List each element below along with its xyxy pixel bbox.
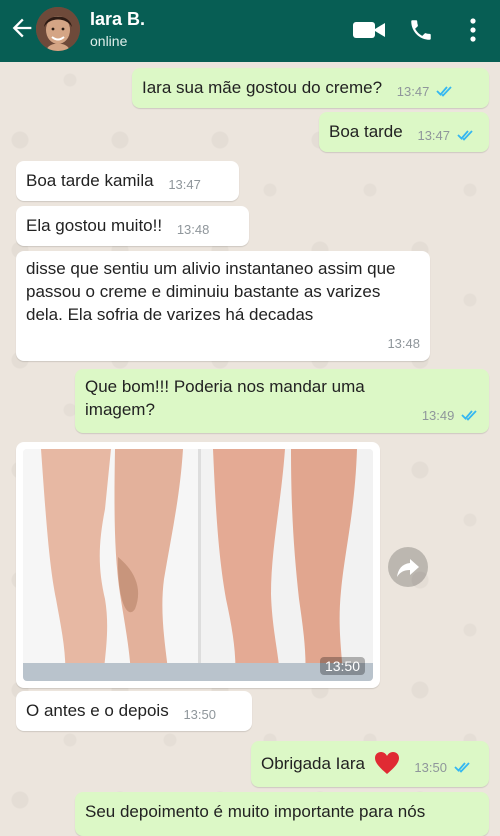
chat-header: Iara B. online [0,0,500,62]
avatar[interactable] [36,7,80,51]
double-check-read-icon [453,762,470,773]
message-bubble-incoming[interactable]: O antes e o depois 13:50 [16,691,252,731]
contact-name[interactable]: Iara B. [90,9,145,30]
double-check-read-icon [436,86,452,97]
image-message[interactable]: 13:50 [16,442,380,688]
forward-button[interactable] [388,547,428,587]
message-text: Iara sua mãe gostou do creme? [142,78,383,97]
message-text: Seu depoimento é muito importante para n… [85,802,426,821]
message-text: Boa tarde [329,122,403,141]
more-vert-icon[interactable] [466,16,480,44]
before-after-photo[interactable]: 13:50 [23,449,373,681]
message-bubble-incoming[interactable]: Ela gostou muito!! 13:48 [16,206,249,246]
message-bubble-outgoing[interactable]: Boa tarde 13:47 [319,112,489,152]
message-bubble-incoming[interactable]: Boa tarde kamila 13:47 [16,161,239,201]
double-check-read-icon [457,130,473,141]
message-text: Obrigada Iara [261,754,365,773]
message-text: O antes e o depois [26,701,169,720]
message-bubble-outgoing[interactable]: Que bom!!! Poderia nos mandar uma imagem… [75,369,489,433]
video-call-icon[interactable] [352,16,386,44]
message-time: 13:47 [397,80,454,103]
message-time: 13:50 [183,707,216,722]
red-heart-emoji [374,752,399,774]
message-time: 13:47 [417,124,474,147]
message-text: Boa tarde kamila [26,171,154,190]
arrow-left-icon[interactable] [8,14,36,42]
contact-status: online [90,33,128,49]
message-time: 13:47 [168,177,201,192]
message-time: 13:48 [387,336,420,351]
phone-icon[interactable] [408,16,434,44]
message-bubble-incoming[interactable]: disse que sentiu um alivio instantaneo a… [16,251,430,361]
message-time: 13:50 [319,657,365,675]
message-bubble-outgoing[interactable]: Obrigada Iara 13:50 [251,741,489,787]
message-text: Ela gostou muito!! [26,216,163,235]
message-time: 13:50 [414,756,471,779]
message-text: Que bom!!! Poderia nos mandar uma imagem… [85,377,365,419]
message-time: 13:48 [176,222,210,237]
double-check-read-icon [461,410,477,421]
forward-icon [397,559,419,577]
message-text: disse que sentiu um alivio instantaneo a… [26,259,396,324]
message-time: 13:49 [422,404,479,427]
message-bubble-outgoing[interactable]: Seu depoimento é muito importante para n… [75,792,489,836]
message-bubble-outgoing[interactable]: Iara sua mãe gostou do creme? 13:47 [132,68,489,108]
